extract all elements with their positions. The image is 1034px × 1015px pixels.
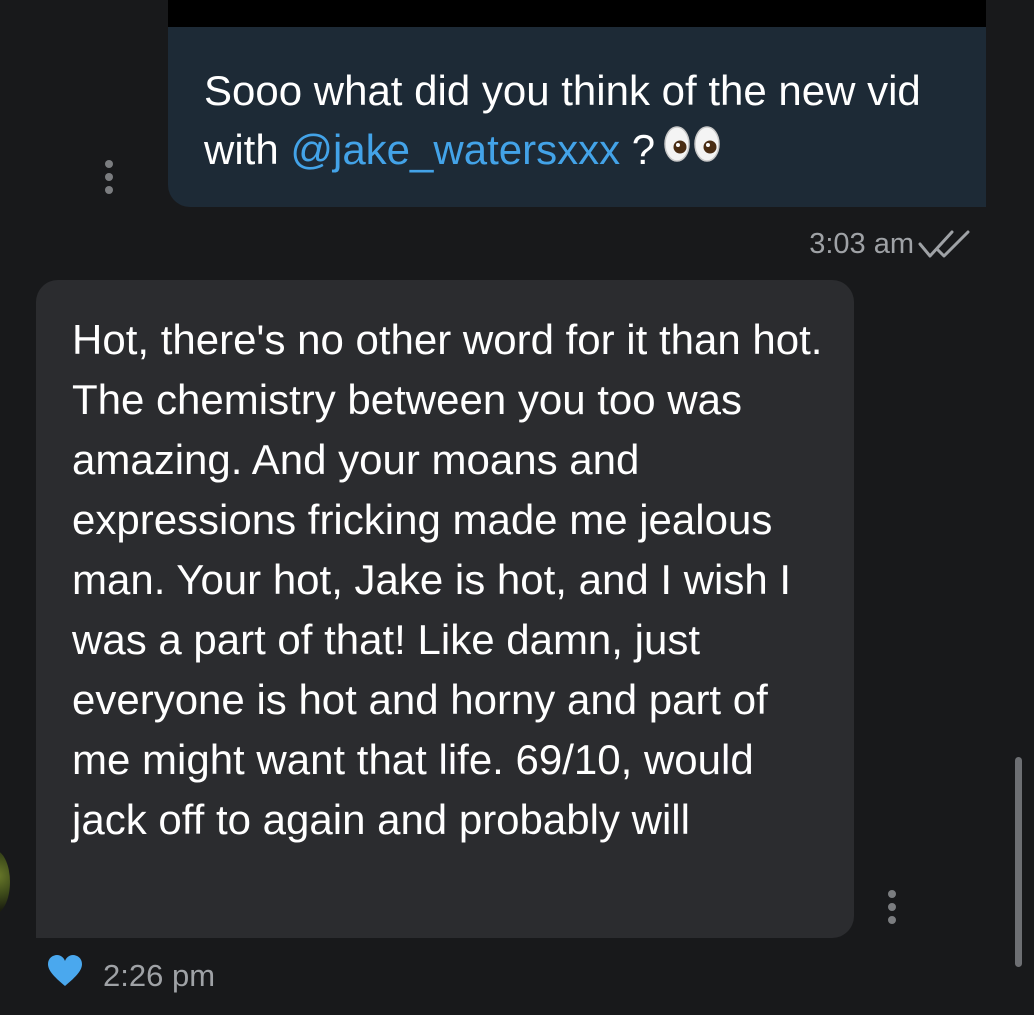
eyes-emoji-icon — [663, 119, 721, 178]
media-preview-strip[interactable] — [168, 0, 986, 27]
received-message-time: 2:26 pm — [103, 958, 216, 993]
message-options-icon[interactable] — [102, 160, 116, 194]
double-check-icon — [918, 228, 976, 267]
message-options-icon[interactable] — [885, 890, 899, 924]
chat-screen: Sooo what did you think of the new vid w… — [0, 0, 1034, 1015]
scrollbar[interactable] — [1015, 757, 1022, 967]
sent-message-time: 3:03 am — [809, 228, 914, 260]
sent-message-text-end: ? — [620, 126, 656, 173]
received-message-bubble[interactable]: Hot, there's no other word for it than h… — [36, 280, 854, 938]
received-message-text: Hot, there's no other word for it than h… — [72, 316, 823, 843]
mention-link[interactable]: @jake_watersxxx — [290, 126, 620, 173]
avatar[interactable] — [0, 850, 10, 914]
sent-message-bubble[interactable]: Sooo what did you think of the new vid w… — [168, 27, 986, 207]
heart-icon[interactable] — [47, 954, 83, 993]
